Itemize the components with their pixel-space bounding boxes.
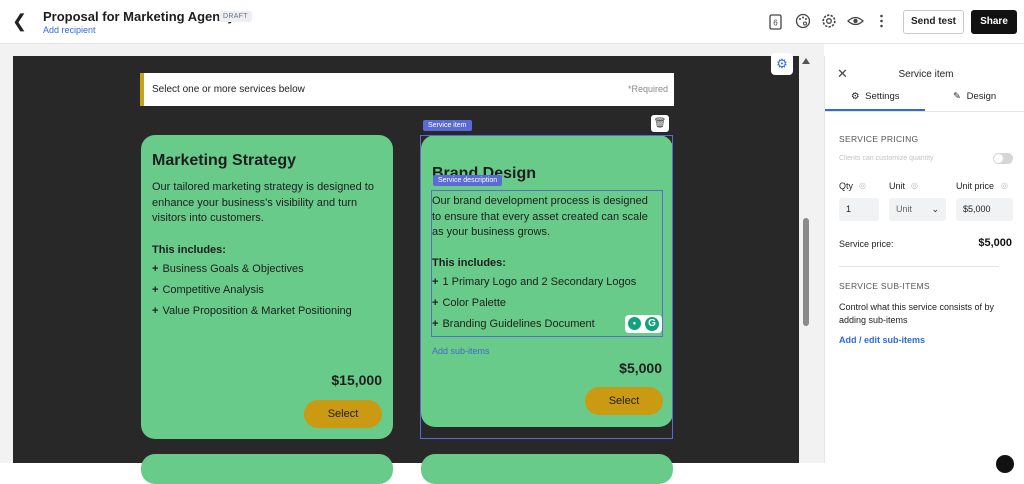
unit-price-input[interactable]: $5,000	[956, 198, 1013, 221]
customize-quantity-toggle[interactable]	[993, 153, 1013, 164]
plus-icon: +	[432, 297, 439, 309]
service-sub-items-heading: SERVICE SUB-ITEMS	[839, 281, 930, 291]
proposal-canvas	[13, 56, 799, 463]
service-card[interactable]	[421, 454, 673, 484]
tab-divider	[825, 111, 1024, 112]
hide-eye-icon[interactable]: ◎	[1001, 181, 1008, 190]
scrollbar-thumb[interactable]	[803, 218, 809, 326]
hide-eye-icon[interactable]: ◎	[859, 181, 866, 190]
service-pricing-heading: SERVICE PRICING	[839, 134, 919, 144]
service-card[interactable]	[141, 454, 393, 484]
scroll-up-arrow-icon[interactable]	[802, 58, 810, 64]
service-item-tag: Service item	[423, 120, 472, 131]
card-description[interactable]: Our brand development process is designe…	[432, 194, 660, 241]
plus-icon: +	[152, 263, 159, 275]
add-recipient-link[interactable]: Add recipient	[43, 25, 96, 35]
plus-icon: +	[432, 276, 439, 288]
list-item: + Color Palette	[432, 297, 507, 309]
back-arrow-icon[interactable]: ❮	[12, 12, 30, 30]
unit-label: Unit	[889, 181, 906, 191]
customize-quantity-label: Clients can customize quantity	[839, 155, 934, 162]
grammarly-icon[interactable]: G	[645, 317, 659, 331]
add-sub-items-link[interactable]: Add sub-items	[432, 346, 490, 356]
draft-badge: DRAFT	[219, 11, 252, 22]
canvas-top-margin	[0, 44, 824, 56]
unit-price-label: Unit price	[956, 181, 995, 191]
plus-icon: +	[432, 318, 439, 330]
select-button[interactable]: Select	[304, 400, 382, 428]
top-bar: ❮ Proposal for Marketing Agency DRAFT Ad…	[0, 0, 1024, 44]
list-item: +1 Primary Logo and 2 Secondary Logos	[432, 276, 637, 288]
plus-icon: +	[152, 284, 159, 296]
pencil-icon: ✎	[953, 91, 961, 102]
service-price-label: Service price:	[839, 239, 894, 249]
card-price: $5,000	[619, 360, 662, 376]
palette-icon[interactable]	[794, 13, 811, 30]
card-price: $15,000	[331, 372, 382, 388]
panel-title: Service item	[898, 69, 954, 80]
chevron-down-icon: ⌄	[931, 204, 939, 214]
list-item: + Business Goals & Objectives	[152, 263, 304, 275]
includes-label: This includes:	[432, 257, 506, 269]
plus-icon: +	[152, 305, 159, 317]
help-chat-icon[interactable]	[996, 455, 1014, 473]
gear-icon[interactable]	[820, 13, 837, 30]
select-services-bar: Select one or more services below *Requi…	[140, 73, 674, 106]
includes-label: This includes:	[152, 244, 226, 256]
grammar-assistant-widget[interactable]: • G	[625, 315, 662, 333]
qty-input[interactable]: 1	[839, 198, 879, 221]
service-description-tag: Service description	[433, 175, 503, 186]
document-title[interactable]: Proposal for Marketing Agency	[43, 9, 235, 24]
list-item: + Branding Guidelines Document	[432, 318, 595, 330]
lightbulb-icon[interactable]: •	[628, 317, 641, 330]
share-button[interactable]: Share	[971, 10, 1017, 34]
unit-select[interactable]: Unit ⌄	[889, 198, 946, 221]
select-prompt-text: Select one or more services below	[152, 84, 305, 95]
tab-design[interactable]: ✎ Design	[953, 91, 996, 102]
required-label: *Required	[627, 84, 668, 94]
list-item: + Competitive Analysis	[152, 284, 264, 296]
send-test-button[interactable]: Send test	[903, 10, 964, 34]
preview-eye-icon[interactable]	[847, 13, 864, 30]
block-settings-gear-icon[interactable]: ⚙	[771, 53, 793, 75]
qty-label: Qty	[839, 181, 854, 191]
tab-settings[interactable]: ⚙ Settings	[851, 91, 900, 102]
select-button[interactable]: Select	[585, 387, 663, 415]
section-divider	[839, 266, 999, 267]
card-title: Marketing Strategy	[152, 152, 297, 169]
delete-trash-icon[interactable]: 🗑	[651, 115, 669, 132]
more-options-icon[interactable]	[873, 13, 890, 30]
page-count-icon[interactable]: 6	[767, 13, 784, 30]
settings-gear-icon: ⚙	[851, 91, 860, 102]
add-edit-sub-items-link[interactable]: Add / edit sub-items	[839, 335, 925, 345]
card-description: Our tailored marketing strategy is desig…	[152, 181, 374, 224]
hide-eye-icon[interactable]: ◎	[911, 181, 918, 190]
list-item: + Value Proposition & Market Positioning	[152, 305, 352, 317]
active-tab-underline	[825, 109, 925, 111]
sub-items-description: Control what this service consists of by…	[839, 302, 995, 325]
service-item-settings-panel: ✕ Service item ⚙ Settings ✎ Design SERVI…	[824, 56, 1024, 463]
svg-text:6: 6	[773, 19, 778, 28]
service-price-value: $5,000	[978, 237, 1012, 249]
